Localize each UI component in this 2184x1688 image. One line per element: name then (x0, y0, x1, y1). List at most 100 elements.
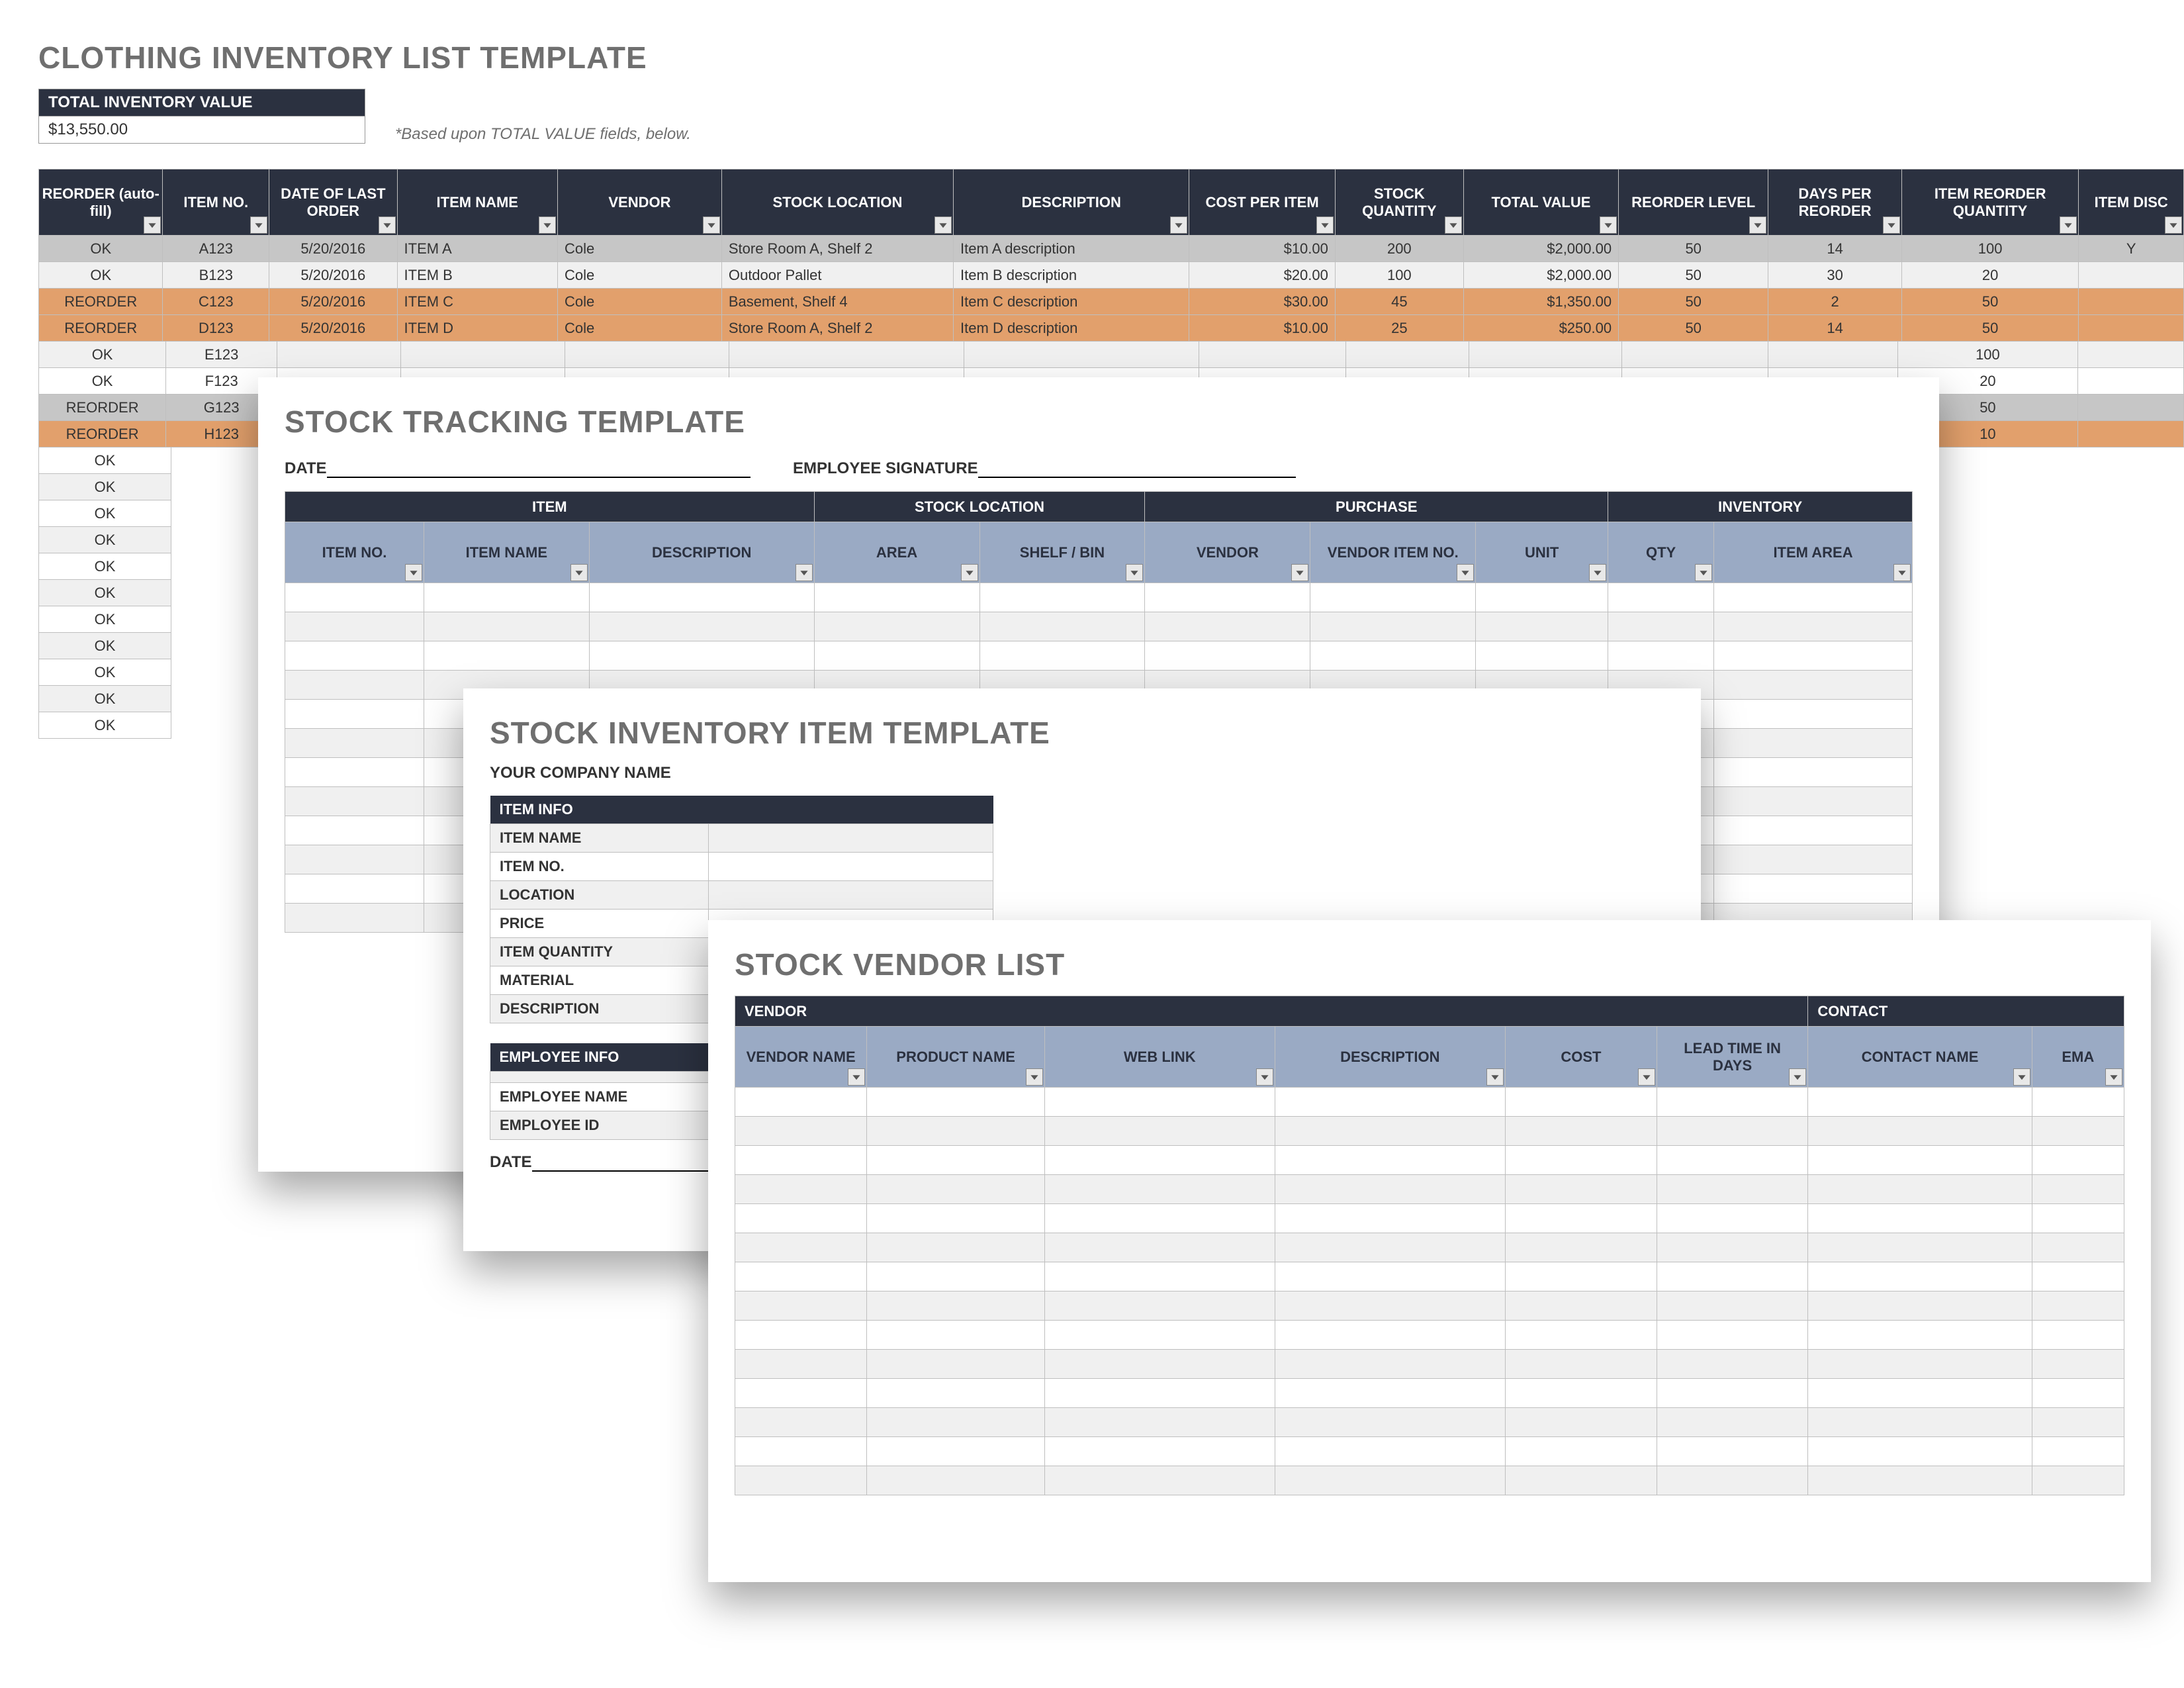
filter-dropdown-icon[interactable] (144, 216, 161, 234)
filter-dropdown-icon[interactable] (961, 564, 978, 581)
clothing-row[interactable]: REORDERC1235/20/2016ITEM CColeBasement, … (39, 289, 2184, 315)
clothing-header-cell: TOTAL VALUE (1463, 169, 1618, 236)
tracking-sub-header: ITEM NO. (285, 522, 424, 583)
vendor-top-header: VENDOR (735, 996, 1808, 1027)
filter-dropdown-icon[interactable] (1749, 216, 1766, 234)
vendor-sub-header: VENDOR NAME (735, 1027, 867, 1088)
clothing-header-cell: COST PER ITEM (1189, 169, 1336, 236)
clothing-row[interactable]: OK (39, 633, 171, 659)
clothing-row[interactable]: OKB1235/20/2016ITEM BColeOutdoor PalletI… (39, 262, 2184, 289)
filter-dropdown-icon[interactable] (250, 216, 267, 234)
vendor-sub-header: WEB LINK (1045, 1027, 1275, 1088)
tracking-sub-header: AREA (814, 522, 979, 583)
clothing-row[interactable]: OKA1235/20/2016ITEM AColeStore Room A, S… (39, 236, 2184, 262)
tracking-sig-label: EMPLOYEE SIGNATURE (793, 459, 978, 478)
vendor-sub-header: EMA (2032, 1027, 2124, 1088)
item-info-row: ITEM NAME (490, 824, 993, 853)
vendor-row[interactable] (735, 1233, 2124, 1262)
item-info-header: ITEM INFO (490, 796, 993, 824)
tracking-sub-header: UNIT (1476, 522, 1608, 583)
filter-dropdown-icon[interactable] (539, 216, 556, 234)
vendor-row[interactable] (735, 1262, 2124, 1291)
clothing-row[interactable]: OK (39, 686, 171, 712)
filter-dropdown-icon[interactable] (1589, 564, 1606, 581)
tracking-sub-header: QTY (1608, 522, 1714, 583)
clothing-header-cell: STOCK QUANTITY (1335, 169, 1463, 236)
tracking-row[interactable] (285, 583, 1913, 612)
clothing-row[interactable]: OK (39, 606, 171, 633)
clothing-row[interactable]: OK (39, 712, 171, 739)
total-inventory-box: TOTAL INVENTORY VALUE $13,550.00 (38, 89, 365, 144)
filter-dropdown-icon[interactable] (1445, 216, 1462, 234)
vendor-row[interactable] (735, 1175, 2124, 1204)
filter-dropdown-icon[interactable] (2165, 216, 2182, 234)
item-info-value[interactable] (709, 881, 993, 910)
tracking-row[interactable] (285, 612, 1913, 641)
stock-vendor-card: STOCK VENDOR LIST VENDORCONTACTVENDOR NA… (708, 920, 2151, 1582)
clothing-header-cell: STOCK LOCATION (721, 169, 953, 236)
filter-dropdown-icon[interactable] (1893, 564, 1911, 581)
filter-dropdown-icon[interactable] (570, 564, 588, 581)
filter-dropdown-icon[interactable] (1026, 1068, 1043, 1086)
filter-dropdown-icon[interactable] (703, 216, 720, 234)
filter-dropdown-icon[interactable] (1291, 564, 1308, 581)
filter-dropdown-icon[interactable] (2060, 216, 2077, 234)
vendor-row[interactable] (735, 1088, 2124, 1117)
vendor-row[interactable] (735, 1437, 2124, 1466)
filter-dropdown-icon[interactable] (1789, 1068, 1806, 1086)
clothing-row[interactable]: OK (39, 500, 171, 527)
vendor-row[interactable] (735, 1350, 2124, 1379)
vendor-row[interactable] (735, 1204, 2124, 1233)
vendor-row[interactable] (735, 1466, 2124, 1495)
item-info-value[interactable] (709, 824, 993, 853)
clothing-grid: REORDER (auto-fill)ITEM NO.DATE OF LAST … (38, 169, 2184, 342)
clothing-header-cell: ITEM DISC (2079, 169, 2184, 236)
filter-dropdown-icon[interactable] (1316, 216, 1334, 234)
vendor-row[interactable] (735, 1291, 2124, 1321)
filter-dropdown-icon[interactable] (379, 216, 396, 234)
filter-dropdown-icon[interactable] (1695, 564, 1712, 581)
total-inventory-note: *Based upon TOTAL VALUE fields, below. (395, 125, 691, 144)
filter-dropdown-icon[interactable] (1600, 216, 1617, 234)
clothing-header-cell: REORDER (auto-fill) (39, 169, 163, 236)
clothing-row[interactable]: OKE123100 (39, 342, 2184, 368)
clothing-row[interactable]: OK (39, 447, 171, 474)
tracking-sig-line[interactable] (978, 459, 1296, 478)
clothing-header-cell: ITEM REORDER QUANTITY (1901, 169, 2079, 236)
clothing-row[interactable]: REORDERD1235/20/2016ITEM DColeStore Room… (39, 315, 2184, 342)
vendor-sub-header: LEAD TIME IN DAYS (1657, 1027, 1808, 1088)
tracking-date-line[interactable] (327, 459, 751, 478)
clothing-row[interactable]: OK (39, 580, 171, 606)
clothing-row[interactable]: OK (39, 553, 171, 580)
vendor-row[interactable] (735, 1408, 2124, 1437)
filter-dropdown-icon[interactable] (1457, 564, 1474, 581)
filter-dropdown-icon[interactable] (796, 564, 813, 581)
vendor-row[interactable] (735, 1146, 2124, 1175)
filter-dropdown-icon[interactable] (1126, 564, 1143, 581)
tracking-sub-header: ITEM NAME (424, 522, 589, 583)
filter-dropdown-icon[interactable] (1486, 1068, 1504, 1086)
clothing-row[interactable]: OK (39, 659, 171, 686)
vendor-row[interactable] (735, 1379, 2124, 1408)
filter-dropdown-icon[interactable] (2105, 1068, 2122, 1086)
clothing-header-cell: ITEM NO. (163, 169, 269, 236)
tracking-sub-header: ITEM AREA (1714, 522, 1913, 583)
clothing-header-cell: ITEM NAME (397, 169, 558, 236)
filter-dropdown-icon[interactable] (1256, 1068, 1273, 1086)
clothing-row[interactable]: OK (39, 527, 171, 553)
stock-vendor-title: STOCK VENDOR LIST (735, 947, 2151, 982)
vendor-row[interactable] (735, 1117, 2124, 1146)
tracking-row[interactable] (285, 641, 1913, 671)
filter-dropdown-icon[interactable] (848, 1068, 865, 1086)
clothing-row[interactable]: OK (39, 474, 171, 500)
vendor-row[interactable] (735, 1321, 2124, 1350)
filter-dropdown-icon[interactable] (1170, 216, 1187, 234)
item-info-row: LOCATION (490, 881, 993, 910)
filter-dropdown-icon[interactable] (405, 564, 422, 581)
item-info-value[interactable] (709, 853, 993, 881)
filter-dropdown-icon[interactable] (934, 216, 952, 234)
filter-dropdown-icon[interactable] (1638, 1068, 1655, 1086)
vendor-sub-header: COST (1506, 1027, 1657, 1088)
filter-dropdown-icon[interactable] (1883, 216, 1900, 234)
filter-dropdown-icon[interactable] (2013, 1068, 2030, 1086)
